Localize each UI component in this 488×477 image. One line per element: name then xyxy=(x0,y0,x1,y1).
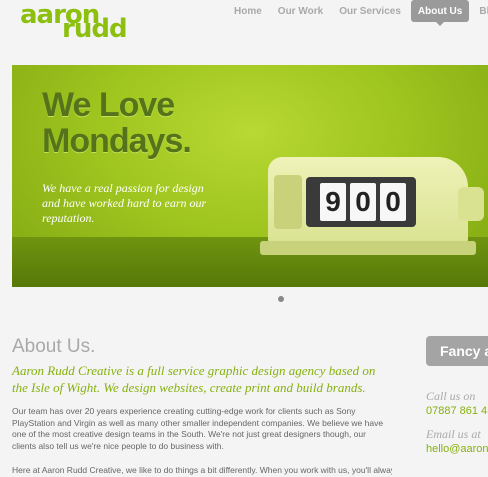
fancy-a-chat-callout: Fancy a xyxy=(426,336,488,366)
hero-subtitle: We have a real passion for design and ha… xyxy=(42,181,207,225)
clock-knob xyxy=(458,187,484,221)
hero-headline-line2: Mondays. xyxy=(42,122,192,160)
slider-pager-dot[interactable] xyxy=(278,296,284,302)
nav-our-services[interactable]: Our Services xyxy=(333,0,407,22)
nav-our-work[interactable]: Our Work xyxy=(272,0,329,22)
about-title: About Us. xyxy=(12,336,96,357)
nav-about-us[interactable]: About Us xyxy=(410,0,470,26)
clock-digit: 9 xyxy=(320,183,346,221)
about-paragraph-1: Our team has over 20 years experience cr… xyxy=(12,406,384,451)
hero-headline: We Love Mondays. xyxy=(42,86,192,160)
email-link[interactable]: hello@aaronr xyxy=(426,443,488,455)
clock-base xyxy=(260,241,476,255)
logo[interactable]: aaron rudd xyxy=(20,2,128,42)
nav-blog[interactable]: Blog xyxy=(473,0,488,22)
clock-digit: 0 xyxy=(380,183,406,221)
clock-digit: 0 xyxy=(350,183,376,221)
about-paragraph-2: Here at Aaron Rudd Creative, we like to … xyxy=(12,465,392,475)
about-intro: Aaron Rudd Creative is a full service gr… xyxy=(12,363,376,395)
logo-text-rudd: rudd xyxy=(62,14,128,44)
phone-number[interactable]: 07887 861 43 xyxy=(426,405,488,417)
flip-clock-image: 9 0 0 xyxy=(260,157,488,277)
email-us-label: Email us at xyxy=(426,427,481,441)
main-nav: Home Our Work Our Services About Us Blog xyxy=(228,0,488,26)
clock-side-panel xyxy=(274,175,302,229)
nav-home[interactable]: Home xyxy=(228,0,268,22)
call-us-label: Call us on xyxy=(426,389,476,403)
hero-headline-line1: We Love xyxy=(42,86,175,124)
hero-banner: We Love Mondays. We have a real passion … xyxy=(12,65,488,287)
